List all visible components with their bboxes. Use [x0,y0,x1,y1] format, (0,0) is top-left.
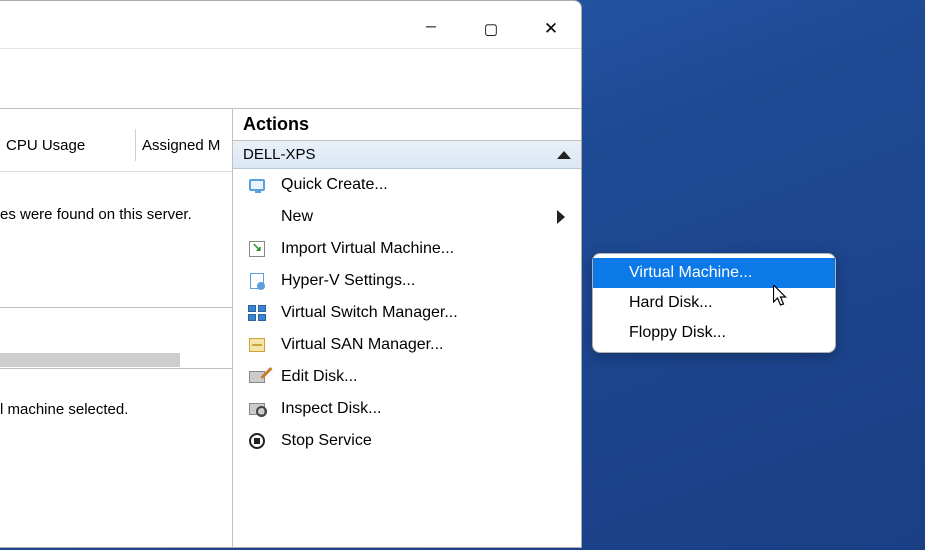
action-stop-service[interactable]: Stop Service [233,425,581,457]
grid-header: CPU Usage Assigned M [0,109,232,172]
action-edit-disk[interactable]: Edit Disk... [233,361,581,393]
action-label: Quick Create... [281,176,388,194]
action-label: New [281,208,313,226]
submenu-hard-disk[interactable]: Hard Disk... [593,288,835,318]
actions-title: Actions [233,109,581,141]
blank-icon [247,207,267,227]
submenu-virtual-machine[interactable]: Virtual Machine... [593,258,835,288]
submenu-arrow-icon [557,210,565,224]
edit-disk-icon [247,367,267,387]
minimize-button[interactable] [401,9,461,49]
column-assigned-memory[interactable]: Assigned M [136,129,232,161]
settings-icon [247,271,267,291]
content-area: CPU Usage Assigned M es were found on th… [0,109,581,547]
maximize-button[interactable]: ▢ [461,9,521,49]
submenu-floppy-disk[interactable]: Floppy Disk... [593,318,835,348]
action-label: Virtual Switch Manager... [281,304,458,322]
san-icon [247,335,267,355]
action-virtual-san-manager[interactable]: Virtual SAN Manager... [233,329,581,361]
column-cpu-usage[interactable]: CPU Usage [0,129,136,161]
switch-icon [247,303,267,323]
inspect-disk-icon [247,399,267,419]
action-label: Hyper-V Settings... [281,272,415,290]
menubar [0,49,581,109]
no-selection-message: l machine selected. [0,401,128,418]
hyperv-window: ▢ ✕ CPU Usage Assigned M es were found o… [0,0,582,548]
no-vms-message: es were found on this server. [0,172,232,227]
new-submenu: Virtual Machine... Hard Disk... Floppy D… [592,253,836,353]
stop-icon [247,431,267,451]
vm-list-pane: CPU Usage Assigned M es were found on th… [0,109,232,547]
actions-group-header[interactable]: DELL-XPS [233,141,581,169]
action-label: Virtual SAN Manager... [281,336,443,354]
action-hyperv-settings[interactable]: Hyper-V Settings... [233,265,581,297]
horizontal-scrollbar[interactable] [0,353,180,367]
titlebar: ▢ ✕ [0,1,581,49]
monitor-icon [247,175,267,195]
actions-group-label: DELL-XPS [243,146,316,163]
action-quick-create[interactable]: Quick Create... [233,169,581,201]
actions-pane: Actions DELL-XPS Quick Create... New Imp… [232,109,581,547]
collapse-icon [557,151,571,159]
action-label: Import Virtual Machine... [281,240,454,258]
import-icon [247,239,267,259]
action-new[interactable]: New [233,201,581,233]
action-import-vm[interactable]: Import Virtual Machine... [233,233,581,265]
action-label: Stop Service [281,432,372,450]
action-virtual-switch-manager[interactable]: Virtual Switch Manager... [233,297,581,329]
action-label: Edit Disk... [281,368,357,386]
action-label: Inspect Disk... [281,400,381,418]
action-inspect-disk[interactable]: Inspect Disk... [233,393,581,425]
close-button[interactable]: ✕ [521,9,581,49]
